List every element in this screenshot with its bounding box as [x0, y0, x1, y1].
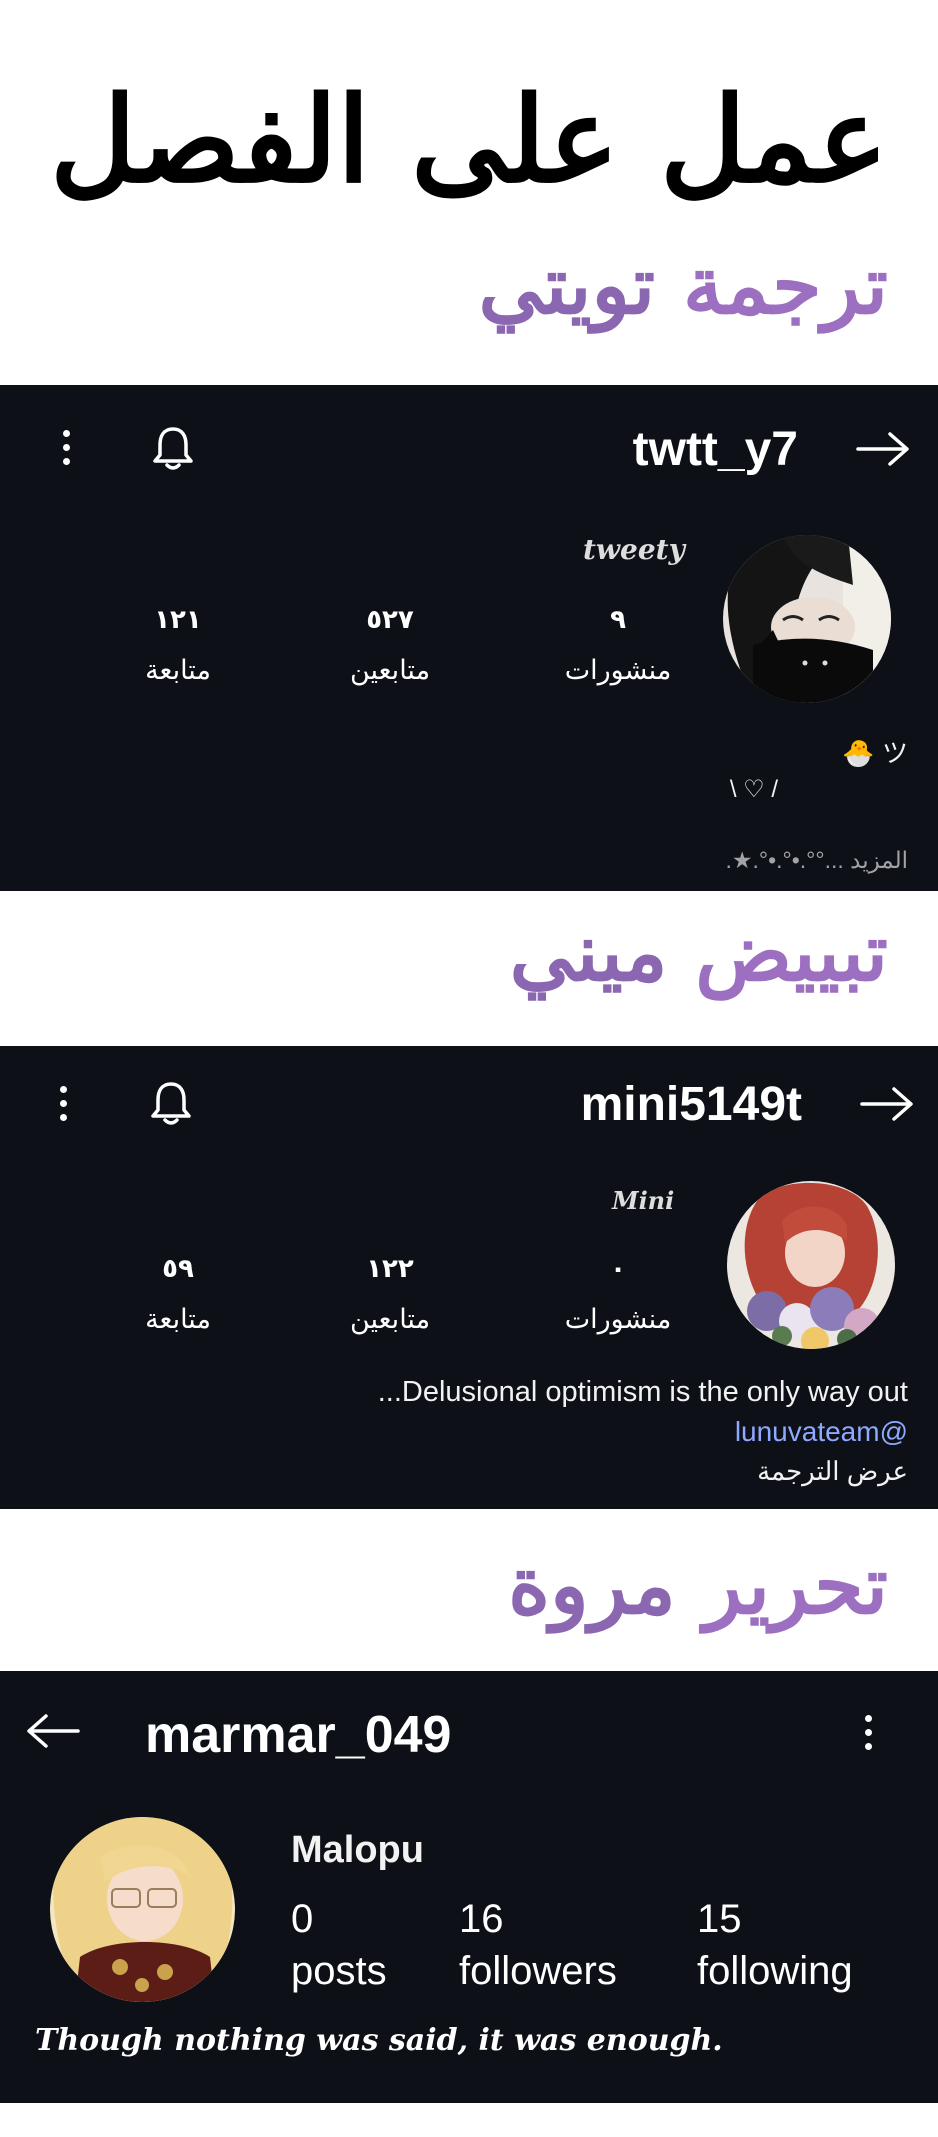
bio-line: ...Delusional optimism is the only way o… — [377, 1376, 908, 1408]
stat-posts[interactable]: ٩ منشورات — [558, 605, 678, 686]
avatar[interactable] — [727, 1181, 895, 1349]
stat-followers[interactable]: ٥٢٧ متابعين — [330, 605, 450, 686]
display-name: Malopu — [291, 1829, 424, 1871]
bio-link[interactable]: lunuvateam@ — [735, 1416, 908, 1448]
see-translation-link[interactable]: عرض الترجمة — [757, 1456, 908, 1487]
avatar[interactable] — [50, 1817, 235, 2002]
profile-nickname: Mini — [612, 1186, 675, 1215]
bio-hearts: \ ♡ / — [729, 776, 778, 803]
more-options-icon[interactable] — [864, 1715, 874, 1755]
credit-name: مروة — [508, 1538, 676, 1632]
credit-role: ترجمة — [683, 238, 888, 332]
profile-nickname: tweety — [583, 533, 685, 566]
profile-card-twtt: twtt_y7 tweety ٩ منشورات ٥٢٧ متابعين ١٢١… — [0, 385, 938, 891]
back-arrow-icon[interactable] — [24, 1713, 82, 1749]
credit-name: ميني — [509, 905, 668, 999]
profile-card-mini: mini5149t Mini ٠ منشورات ١٢٢ متابعين ٥٩ … — [0, 1046, 938, 1509]
bio-quote: Though nothing was said, it was enough. — [35, 2023, 723, 2058]
profile-username: mini5149t — [580, 1078, 802, 1131]
profile-username: twtt_y7 — [632, 423, 798, 476]
stat-following[interactable]: ١٢١ متابعة — [128, 605, 228, 686]
credit-editing: تحرير مروة — [288, 1538, 888, 1632]
profile-card-marmar: marmar_049 Malopu 0 posts 16 followers 1… — [0, 1671, 938, 2103]
stat-followers[interactable]: 16 followers — [459, 1893, 617, 1997]
profile-username: marmar_049 — [145, 1706, 452, 1764]
bio-line: 🐣 ツ — [842, 738, 908, 768]
bell-icon[interactable] — [146, 1078, 196, 1128]
bell-icon[interactable] — [148, 423, 198, 473]
credit-name: تويتي — [478, 238, 656, 332]
credit-role: تبييض — [695, 905, 888, 999]
stat-posts[interactable]: ٠ منشورات — [558, 1254, 678, 1335]
bio-more-link[interactable]: .★.°•.°•.°°... المزيد — [726, 847, 909, 874]
more-options-icon[interactable] — [62, 430, 72, 470]
stat-posts[interactable]: 0 posts — [291, 1893, 387, 1997]
credit-translation: ترجمة تويتي — [288, 238, 888, 332]
back-arrow-icon[interactable] — [858, 1086, 916, 1122]
credit-role: تحرير — [703, 1538, 888, 1632]
profile-topbar: twtt_y7 — [0, 385, 938, 476]
more-options-icon[interactable] — [59, 1086, 69, 1126]
stat-following[interactable]: 15 following — [697, 1893, 853, 1997]
credit-cleaning: تبييض ميني — [288, 905, 888, 999]
profile-topbar: mini5149t — [0, 1046, 938, 1136]
page-title: عمل على الفصل — [49, 70, 889, 209]
stat-following[interactable]: ٥٩ متابعة — [128, 1254, 228, 1335]
back-arrow-icon[interactable] — [854, 431, 912, 467]
stat-followers[interactable]: ١٢٢ متابعين — [330, 1254, 450, 1335]
avatar[interactable] — [723, 535, 891, 703]
